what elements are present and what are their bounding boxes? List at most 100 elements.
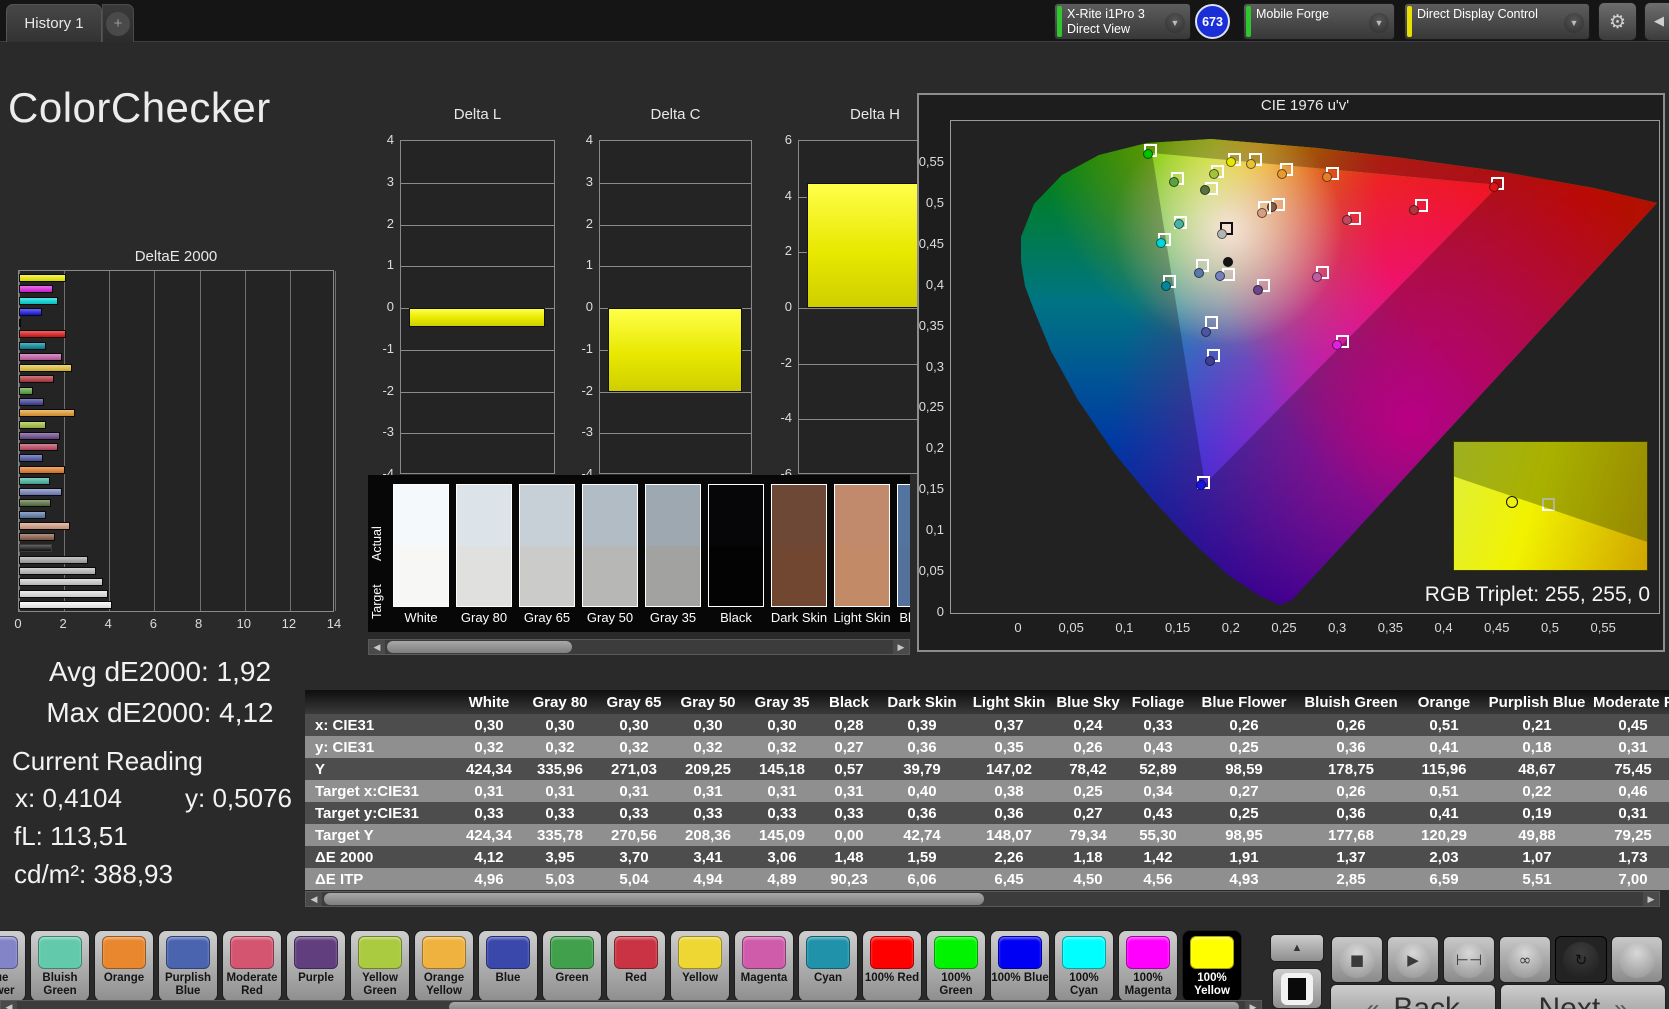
chevron-down-icon: ▼ bbox=[1165, 13, 1185, 33]
meter-dropdown[interactable]: X-Rite i1Pro 3 Direct View ▼ bbox=[1054, 3, 1191, 40]
scroll-right-icon[interactable]: ▶ bbox=[893, 640, 909, 654]
y-tick-label: 0 bbox=[784, 299, 792, 314]
scrollbar-thumb[interactable] bbox=[449, 1002, 1239, 1009]
chevron-down-icon: ▼ bbox=[1564, 13, 1584, 33]
target-point-icon bbox=[1542, 498, 1555, 511]
scroll-right-icon[interactable]: ▶ bbox=[1245, 1001, 1261, 1009]
table-cell: 0,31 bbox=[1618, 804, 1648, 822]
patch-button-blue[interactable]: Blue bbox=[478, 930, 538, 1002]
source-dropdown[interactable]: Mobile Forge ▼ bbox=[1243, 3, 1395, 40]
settings-button[interactable]: ⚙ bbox=[1598, 2, 1637, 41]
x-tick-label: 2 bbox=[59, 616, 67, 631]
target-color bbox=[457, 546, 511, 606]
patch-button-orange[interactable]: Orange bbox=[94, 930, 154, 1002]
table-cell: 0,34 bbox=[1143, 782, 1173, 800]
deltae-bar-orange bbox=[19, 465, 65, 474]
target-color bbox=[709, 546, 763, 606]
table-cell: 148,07 bbox=[986, 826, 1032, 844]
patch-button-100-blue[interactable]: 100% Blue bbox=[990, 930, 1050, 1002]
collapse-panel-button[interactable]: ◀ bbox=[1644, 2, 1669, 41]
patch-button-purple[interactable]: Purple bbox=[286, 930, 346, 1002]
patch-button-orange-yellow[interactable]: Orange Yellow bbox=[414, 930, 474, 1002]
table-cell: 0,51 bbox=[1429, 716, 1459, 734]
meter-line1: X-Rite i1Pro 3 bbox=[1067, 7, 1145, 21]
table-cell: 0,25 bbox=[1073, 782, 1103, 800]
patch-button-moderate-red[interactable]: Moderate Red bbox=[222, 930, 282, 1002]
table-cell: 120,29 bbox=[1421, 826, 1467, 844]
patch-button-purplish-blue[interactable]: Purplish Blue bbox=[158, 930, 218, 1002]
new-tab-button[interactable]: + bbox=[102, 4, 134, 42]
patch-color bbox=[486, 936, 530, 969]
chevron-down-icon: ▼ bbox=[1369, 13, 1389, 33]
patch-button-yellow[interactable]: Yellow bbox=[670, 930, 730, 1002]
patch-button-100-magenta[interactable]: 100% Magenta bbox=[1118, 930, 1178, 1002]
patch-button-bluish-green[interactable]: Bluish Green bbox=[30, 930, 90, 1002]
deltae-bar-white bbox=[19, 600, 112, 609]
scrollbar-thumb[interactable] bbox=[324, 893, 984, 905]
table-cell: 6,06 bbox=[907, 870, 937, 888]
measured-point-icon bbox=[1506, 496, 1518, 508]
table-cell: 0,33 bbox=[767, 804, 797, 822]
scroll-left-icon[interactable]: ◀ bbox=[369, 640, 385, 654]
patch-color bbox=[998, 936, 1042, 969]
deltae-bar-red bbox=[19, 375, 54, 384]
patch-button-blue-flower[interactable]: Blue Flower bbox=[0, 930, 26, 1002]
cie-chart-title: CIE 1976 u'v' bbox=[1260, 97, 1350, 114]
patch-buttons-scrollbar[interactable]: ◀ ▶ bbox=[0, 1000, 1262, 1009]
measurement-count-badge[interactable]: 673 bbox=[1195, 4, 1230, 39]
table-cell: 0,26 bbox=[1073, 738, 1103, 756]
y-tick-label: -4 bbox=[780, 410, 792, 426]
cie-measured-100-yellow bbox=[1225, 157, 1236, 168]
patch-button-red[interactable]: Red bbox=[606, 930, 666, 1002]
patch-button-green[interactable]: Green bbox=[542, 930, 602, 1002]
stop-button[interactable]: ■ bbox=[1331, 936, 1383, 983]
patch-button-100-red[interactable]: 100% Red bbox=[862, 930, 922, 1002]
swatch-label: Black bbox=[720, 610, 752, 625]
patch-button-100-green[interactable]: 100% Green bbox=[926, 930, 986, 1002]
extra-button[interactable] bbox=[1611, 936, 1663, 983]
deltae-bar-moderate-red bbox=[19, 443, 59, 452]
next-button[interactable]: Next » bbox=[1500, 984, 1666, 1009]
continuous-button[interactable]: ∞ bbox=[1499, 936, 1551, 983]
swatch-blue-sky bbox=[897, 484, 910, 607]
patch-button-magenta[interactable]: Magenta bbox=[734, 930, 794, 1002]
table-cell: 0,45 bbox=[1618, 716, 1648, 734]
patch-button-100-cyan[interactable]: 100% Cyan bbox=[1054, 930, 1114, 1002]
patch-color bbox=[550, 936, 594, 969]
workflow-status-stripe bbox=[1407, 6, 1412, 37]
x-tick-label: 6 bbox=[149, 616, 158, 631]
swatch-gray-50 bbox=[582, 484, 638, 607]
table-cell: 5,04 bbox=[619, 870, 649, 888]
gridline bbox=[401, 349, 554, 351]
cie-measured-blue-sky bbox=[1193, 267, 1204, 278]
scroll-left-icon[interactable]: ◀ bbox=[306, 892, 322, 906]
delta-chart-title: Delta L bbox=[453, 106, 502, 123]
scroll-right-icon[interactable]: ▶ bbox=[1643, 892, 1659, 906]
deltae-bar-foliage bbox=[19, 499, 52, 508]
table-cell: 0,31 bbox=[1618, 738, 1648, 756]
range-button[interactable]: ⊢⊣ bbox=[1443, 936, 1495, 983]
swatch-label: Gray 50 bbox=[586, 610, 634, 625]
workflow-dropdown[interactable]: Direct Display Control ▼ bbox=[1404, 3, 1590, 40]
loop-button[interactable]: ↻ bbox=[1555, 936, 1607, 983]
table-scrollbar[interactable]: ◀ ▶ bbox=[305, 891, 1660, 907]
x-tick-label: 14 bbox=[326, 616, 342, 631]
target-row-label: Target bbox=[370, 584, 384, 620]
swatch-label: Gray 80 bbox=[460, 610, 508, 625]
table-cell: 4,93 bbox=[1229, 870, 1259, 888]
back-button[interactable]: « Back bbox=[1330, 984, 1496, 1009]
patch-color bbox=[1190, 936, 1234, 969]
scrollbar-thumb[interactable] bbox=[387, 641, 572, 653]
measurement-table: White Gray 80 Gray 65 Gray 50 Gray 35 Black Da… bbox=[305, 690, 1669, 890]
patch-button-yellow-green[interactable]: Yellow Green bbox=[350, 930, 410, 1002]
pattern-window-button[interactable] bbox=[1272, 968, 1322, 1009]
play-button[interactable]: ▶ bbox=[1387, 936, 1439, 983]
pattern-list-up-button[interactable]: ▲ bbox=[1270, 934, 1324, 962]
swatch-strip-scrollbar[interactable]: ◀ ▶ bbox=[368, 639, 910, 655]
table-cell: 1,59 bbox=[907, 848, 937, 866]
tab-history-1[interactable]: History 1 bbox=[6, 4, 102, 42]
patch-button-100-yellow[interactable]: 100% Yellow bbox=[1182, 930, 1242, 1002]
scroll-left-icon[interactable]: ◀ bbox=[1, 1001, 17, 1009]
patch-button-cyan[interactable]: Cyan bbox=[798, 930, 858, 1002]
row-label: Target Y bbox=[315, 826, 374, 844]
